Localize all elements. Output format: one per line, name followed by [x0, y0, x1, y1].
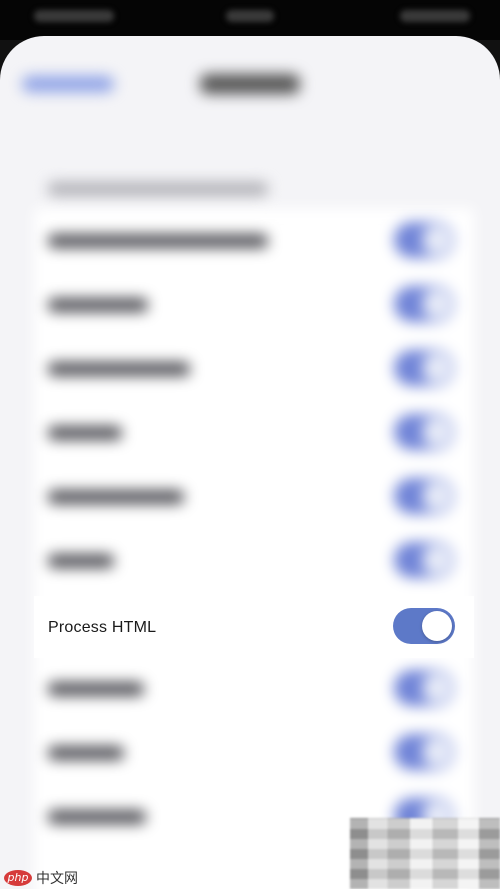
settings-row-label [48, 234, 268, 248]
status-bar-time [34, 10, 114, 22]
toggle-knob [422, 353, 452, 383]
status-bar [0, 0, 500, 40]
settings-row[interactable] [34, 208, 474, 272]
process-html-toggle[interactable] [393, 608, 455, 644]
settings-row-label [48, 810, 146, 824]
watermark: php 中文网 [4, 868, 78, 888]
settings-row-label [48, 746, 124, 760]
settings-row-label [48, 554, 114, 568]
settings-row-label [48, 298, 148, 312]
toggle-knob [422, 289, 452, 319]
toggle-knob [422, 673, 452, 703]
settings-sheet [0, 36, 500, 889]
section-header [48, 182, 268, 196]
toggle-knob [422, 225, 452, 255]
settings-row[interactable] [34, 400, 474, 464]
settings-row-process-html[interactable]: Process HTML [34, 596, 474, 658]
settings-row[interactable] [34, 528, 474, 592]
toggle-knob [422, 481, 452, 511]
process-html-label: Process HTML [48, 619, 157, 636]
status-bar-indicators [400, 10, 470, 22]
watermark-text: 中文网 [36, 871, 78, 887]
toggle-knob [422, 611, 452, 641]
settings-row[interactable] [34, 464, 474, 528]
settings-row-label [48, 426, 122, 440]
settings-row-label [48, 362, 190, 376]
toggle-knob [422, 737, 452, 767]
toggle-knob [422, 545, 452, 575]
page-title [200, 74, 300, 94]
settings-row[interactable] [34, 272, 474, 336]
settings-row[interactable] [34, 656, 474, 720]
settings-list [34, 208, 474, 889]
php-logo: php [4, 870, 32, 886]
back-button[interactable] [22, 76, 114, 92]
toggle-knob [422, 417, 452, 447]
settings-row[interactable] [34, 720, 474, 784]
settings-row-label [48, 490, 184, 504]
mosaic-watermark [350, 818, 500, 889]
status-bar-notch [226, 10, 274, 22]
settings-row[interactable] [34, 336, 474, 400]
settings-row-label [48, 682, 144, 696]
